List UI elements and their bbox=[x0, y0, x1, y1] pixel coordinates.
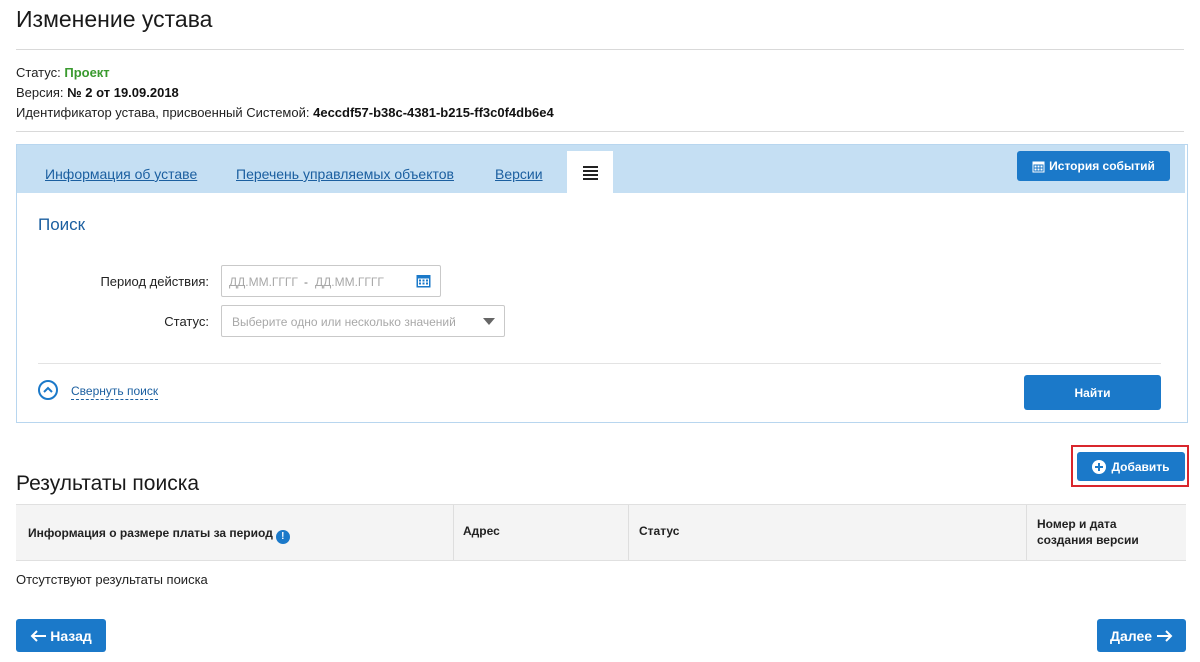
identifier-row: Идентификатор устава, присвоенный Систем… bbox=[16, 105, 554, 120]
event-history-button[interactable]: История событий bbox=[1017, 151, 1170, 181]
status-label: Статус: bbox=[16, 65, 61, 80]
arrow-right-icon bbox=[1157, 629, 1173, 642]
calendar-icon bbox=[1032, 161, 1045, 172]
version-row: Версия: № 2 от 19.09.2018 bbox=[16, 85, 179, 100]
date-separator: - bbox=[304, 275, 308, 289]
results-table-header: Информация о размере платы за период! Ад… bbox=[16, 504, 1186, 561]
identifier-label: Идентификатор устава, присвоенный Систем… bbox=[16, 105, 310, 120]
list-menu-icon bbox=[583, 166, 598, 182]
status-select[interactable]: Выберите одно или несколько значений bbox=[221, 305, 505, 337]
next-button-label: Далее bbox=[1109, 627, 1153, 644]
status-select-placeholder: Выберите одно или несколько значений bbox=[232, 315, 456, 329]
column-header-status: Статус bbox=[639, 524, 680, 538]
collapse-search-link[interactable]: Свернуть поиск bbox=[71, 384, 159, 400]
period-label: Период действия: bbox=[100, 274, 209, 289]
back-button[interactable]: Назад bbox=[16, 619, 106, 652]
search-section-title: Поиск bbox=[38, 215, 86, 234]
back-button-label: Назад bbox=[50, 627, 92, 644]
date-to-input[interactable]: ДД.ММ.ГГГГ bbox=[315, 275, 384, 289]
calendar-icon[interactable] bbox=[416, 274, 431, 288]
tab-versions[interactable]: Версии bbox=[495, 166, 543, 182]
identifier-value: 4eccdf57-b38c-4381-b215-ff3c0f4db6e4 bbox=[313, 105, 554, 120]
version-value: № 2 от 19.09.2018 bbox=[67, 85, 179, 100]
add-button[interactable]: Добавить bbox=[1077, 452, 1185, 481]
status-value: Проект bbox=[64, 65, 110, 80]
arrow-left-icon bbox=[30, 629, 47, 642]
search-panel-divider bbox=[38, 363, 1161, 364]
results-title: Результаты поиска bbox=[16, 472, 200, 495]
period-date-range[interactable]: ДД.ММ.ГГГГ - ДД.ММ.ГГГГ bbox=[221, 265, 441, 297]
next-button[interactable]: Далее bbox=[1097, 619, 1186, 652]
find-button[interactable]: Найти bbox=[1024, 375, 1161, 410]
dropdown-caret-icon bbox=[483, 318, 495, 325]
meta-divider bbox=[16, 131, 1184, 132]
event-history-label: История событий bbox=[1049, 159, 1155, 173]
info-icon[interactable]: ! bbox=[275, 529, 290, 544]
page-title: Изменение устава bbox=[16, 6, 213, 32]
add-button-label: Добавить bbox=[1111, 459, 1170, 474]
header-divider bbox=[16, 49, 1184, 50]
date-from-input[interactable]: ДД.ММ.ГГГГ bbox=[229, 275, 298, 289]
empty-results-message: Отсутствуют результаты поиска bbox=[16, 572, 208, 587]
tab-charter-info[interactable]: Информация об уставе bbox=[45, 166, 197, 182]
plus-circle-icon bbox=[1092, 459, 1107, 474]
column-header-fee-info: Информация о размере платы за период! bbox=[28, 526, 290, 544]
tab-menu-active[interactable] bbox=[567, 151, 613, 194]
status-row: Статус: Проект bbox=[16, 65, 110, 80]
chevron-up-icon[interactable] bbox=[38, 380, 58, 400]
tab-managed-objects[interactable]: Перечень управляемых объектов bbox=[236, 166, 454, 182]
version-label: Версия: bbox=[16, 85, 64, 100]
status-filter-label: Статус: bbox=[164, 314, 209, 329]
column-header-address: Адрес bbox=[463, 524, 500, 538]
column-header-version: Номер и дата создания версии bbox=[1037, 517, 1139, 547]
